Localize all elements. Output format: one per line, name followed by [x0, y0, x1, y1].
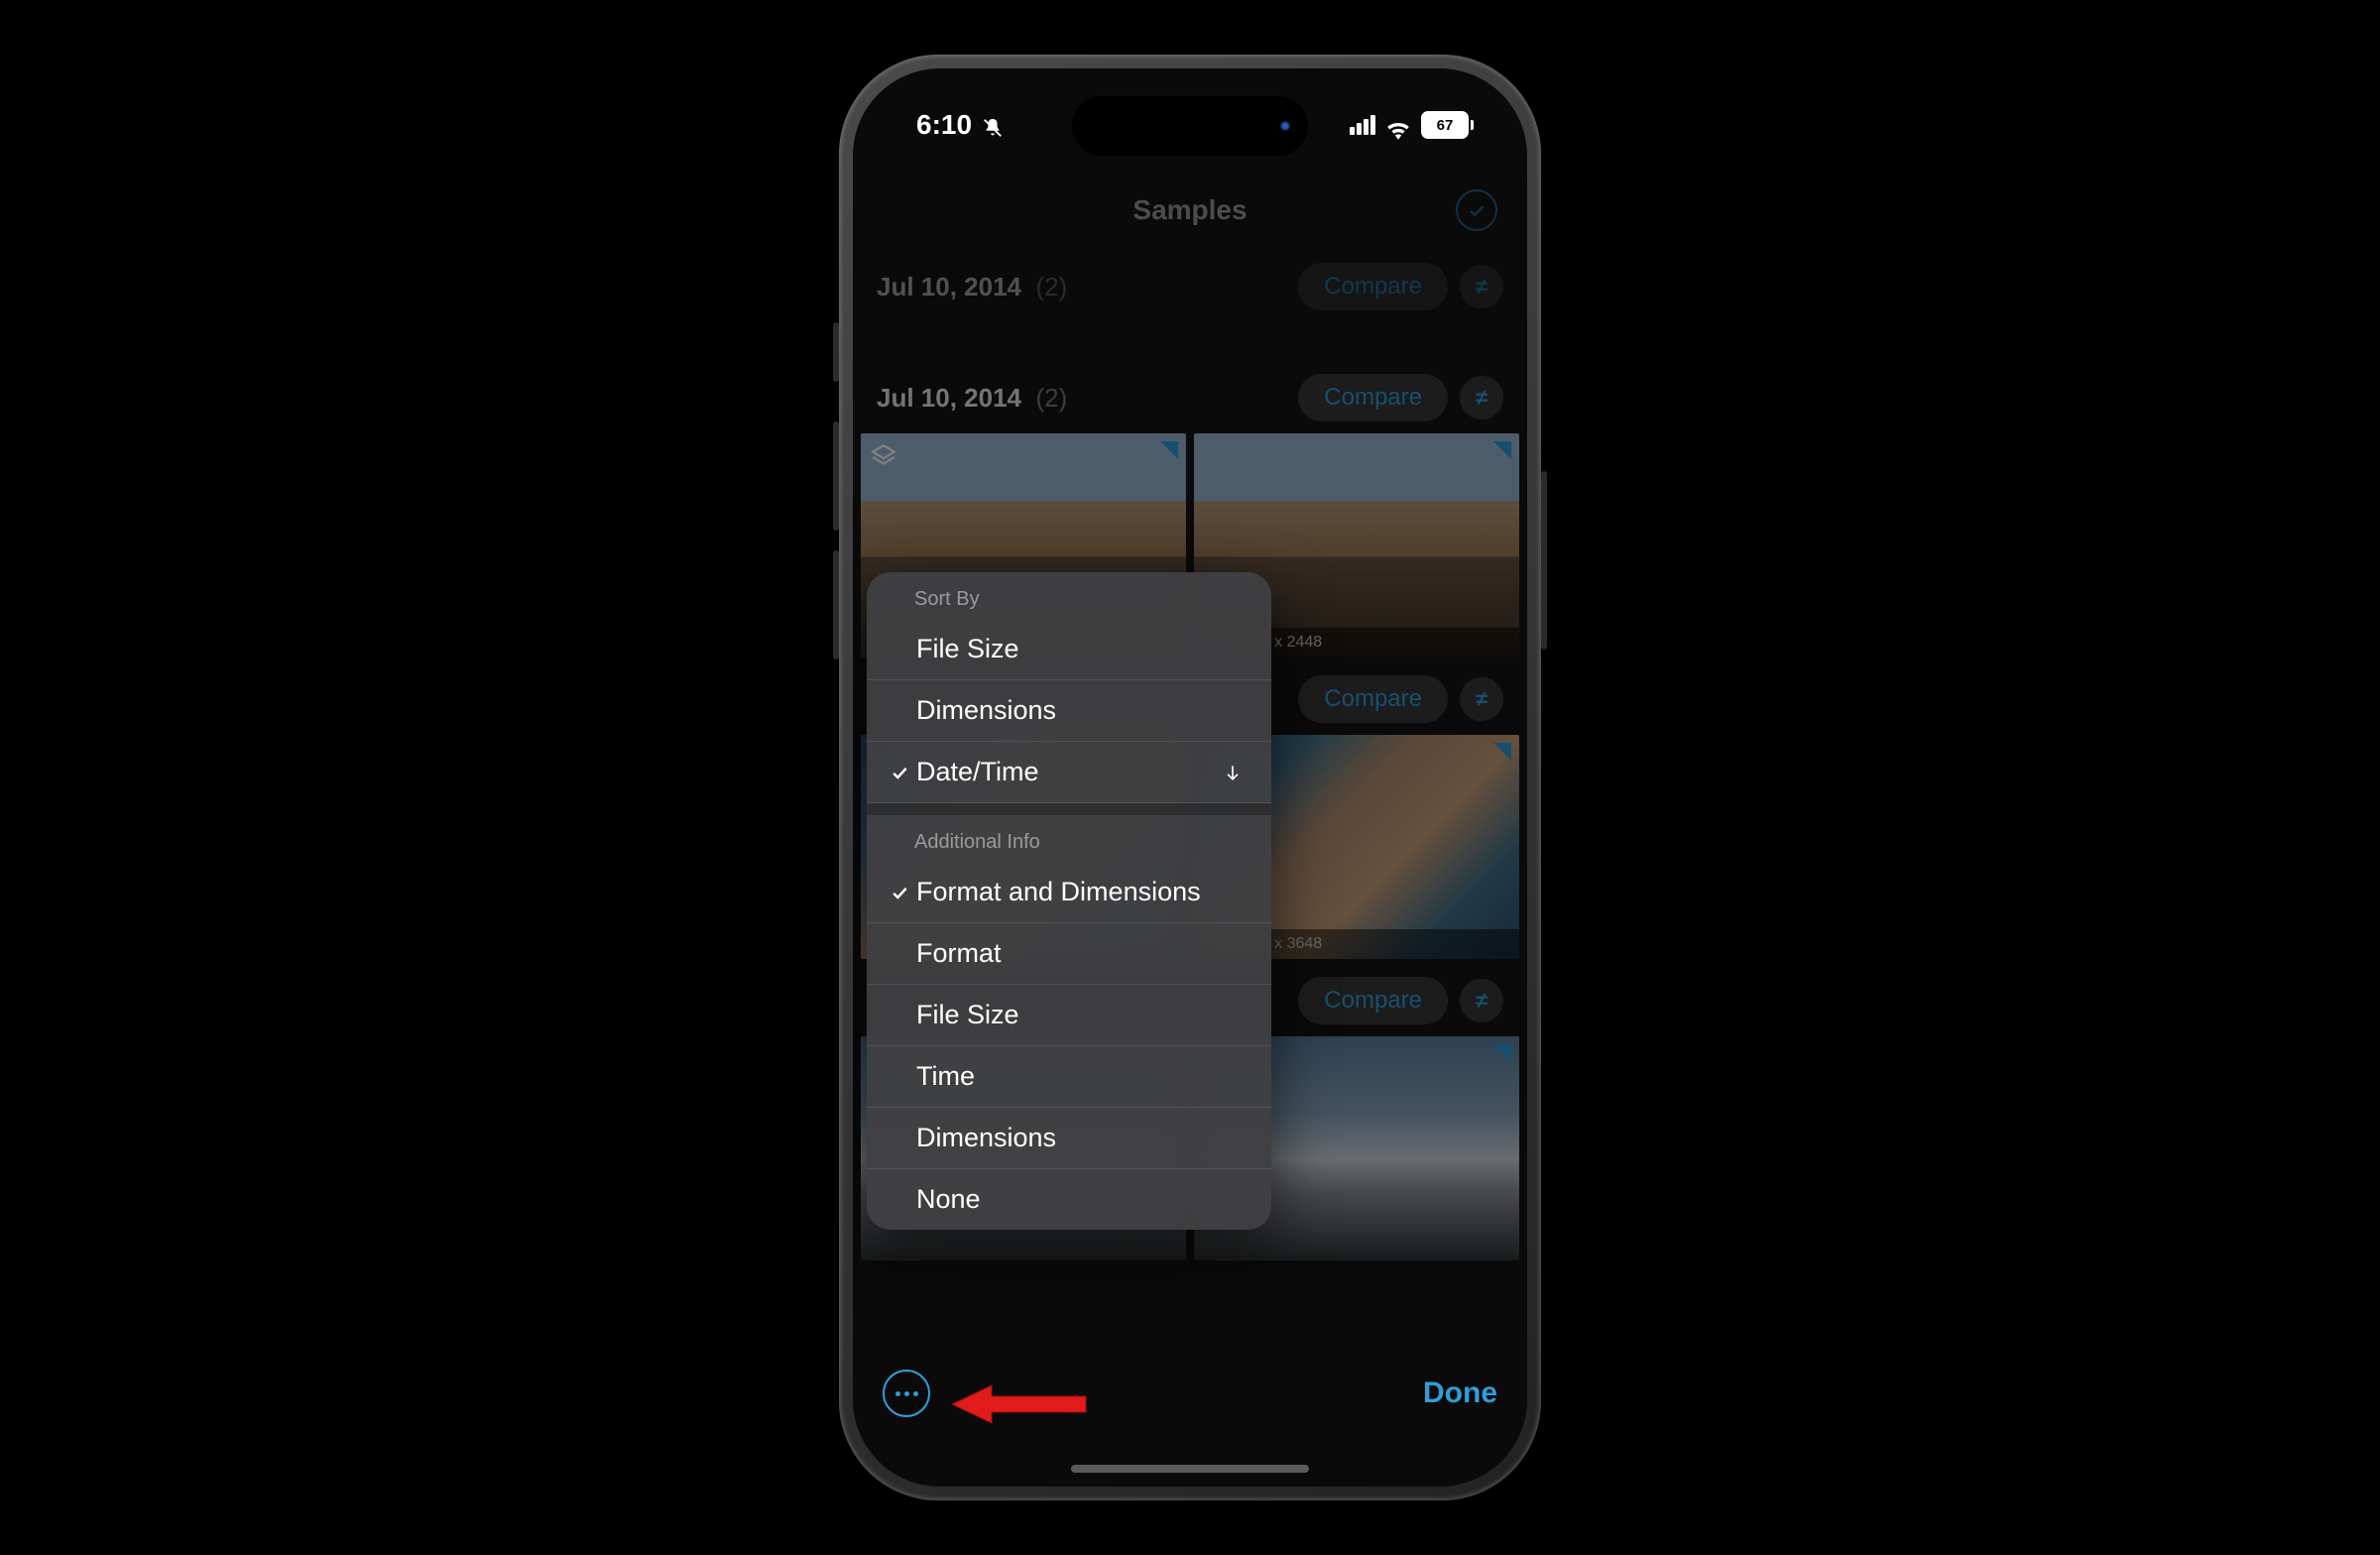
menu-item-label: Format and Dimensions [914, 877, 1248, 907]
sort-option-file-size[interactable]: File Size [867, 619, 1271, 680]
cellular-signal-icon [1350, 115, 1375, 135]
group-count: (2) [1035, 272, 1067, 301]
menu-item-label: Format [914, 938, 1248, 969]
selected-corner-icon [1493, 743, 1511, 761]
bottom-toolbar: Done [853, 1334, 1527, 1487]
compare-button[interactable]: Compare [1298, 374, 1448, 421]
diff-button[interactable]: ≠ [1460, 376, 1503, 419]
more-options-button[interactable] [883, 1370, 930, 1417]
status-time: 6:10 [916, 109, 972, 141]
home-indicator[interactable] [1071, 1465, 1309, 1473]
info-option-file-size[interactable]: File Size [867, 985, 1271, 1046]
volume-up-button [833, 421, 839, 531]
screen: 6:10 67 Samples [853, 68, 1527, 1487]
info-option-none[interactable]: None [867, 1169, 1271, 1230]
sort-option-date-time[interactable]: Date/Time [867, 742, 1271, 803]
info-option-time[interactable]: Time [867, 1046, 1271, 1108]
info-option-format-dimensions[interactable]: Format and Dimensions [867, 862, 1271, 923]
camera-indicator-icon [1280, 121, 1290, 131]
menu-item-label: File Size [914, 1000, 1248, 1030]
done-button[interactable]: Done [1423, 1376, 1497, 1410]
diff-button[interactable]: ≠ [1460, 979, 1503, 1022]
compare-button[interactable]: Compare [1298, 263, 1448, 310]
selected-corner-icon [1160, 441, 1178, 459]
page-title: Samples [1132, 194, 1247, 226]
context-menu: Sort By File Size Dimensions Date/Time [867, 572, 1271, 1230]
menu-separator [867, 803, 1271, 815]
group-date: Jul 10, 2014 [877, 383, 1021, 413]
battery-percent: 67 [1437, 117, 1454, 134]
ellipsis-icon [895, 1391, 918, 1396]
menu-section-title: Sort By [867, 572, 1271, 619]
menu-item-label: Dimensions [914, 1123, 1248, 1153]
stack-icon [871, 443, 896, 469]
wifi-icon [1385, 115, 1411, 135]
app-content: Samples Jul 10, 2014 (2) Compare ≠ [853, 68, 1527, 1487]
group-count: (2) [1035, 383, 1067, 413]
menu-item-label: Time [914, 1061, 1248, 1092]
phone-frame: 6:10 67 Samples [839, 55, 1541, 1500]
menu-section-title: Additional Info [867, 815, 1271, 862]
arrow-down-icon [1218, 763, 1248, 782]
group-date: Jul 10, 2014 [877, 272, 1021, 301]
compare-button[interactable]: Compare [1298, 675, 1448, 723]
nav-bar: Samples [853, 176, 1527, 245]
mute-switch [833, 322, 839, 382]
selected-corner-icon [1493, 441, 1511, 459]
select-all-button[interactable] [1456, 189, 1497, 231]
checkmark-icon [1467, 200, 1487, 220]
battery-indicator: 67 [1421, 111, 1474, 139]
dynamic-island [1072, 96, 1308, 156]
photo-group: Jul 10, 2014 (2) Compare ≠ [853, 245, 1527, 322]
checkmark-icon [885, 763, 914, 782]
menu-item-label: File Size [914, 634, 1218, 664]
menu-item-label: Dimensions [914, 695, 1218, 726]
diff-button[interactable]: ≠ [1460, 265, 1503, 308]
menu-item-label: Date/Time [914, 757, 1218, 787]
info-option-dimensions[interactable]: Dimensions [867, 1108, 1271, 1169]
power-button [1541, 471, 1547, 650]
volume-down-button [833, 550, 839, 659]
menu-item-label: None [914, 1184, 1248, 1215]
checkmark-icon [885, 883, 914, 902]
info-option-format[interactable]: Format [867, 923, 1271, 985]
sort-option-dimensions[interactable]: Dimensions [867, 680, 1271, 742]
silent-mode-icon [982, 114, 1004, 136]
compare-button[interactable]: Compare [1298, 977, 1448, 1024]
diff-button[interactable]: ≠ [1460, 677, 1503, 721]
selected-corner-icon [1493, 1044, 1511, 1062]
